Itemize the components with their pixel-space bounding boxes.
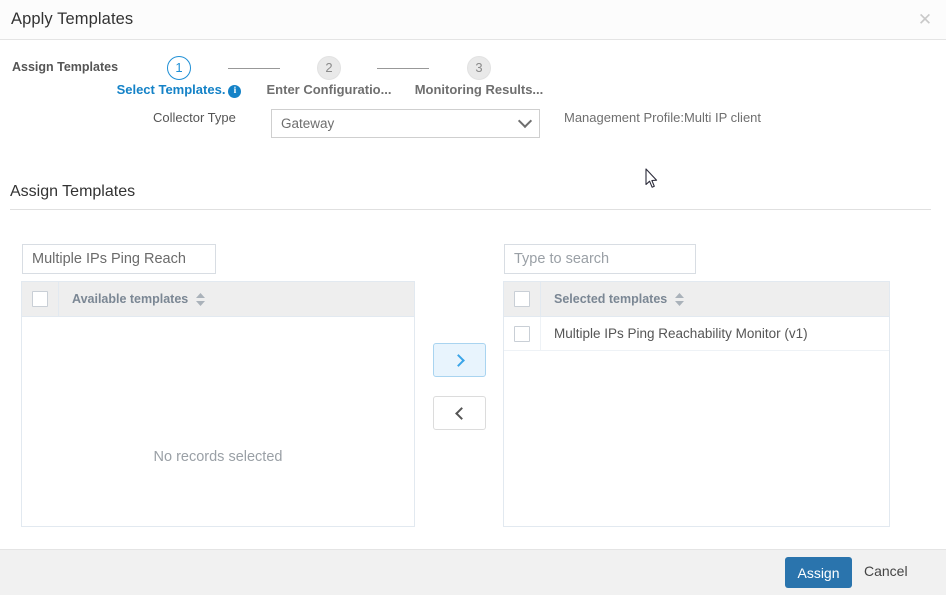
- close-icon[interactable]: ✕: [914, 9, 936, 31]
- management-profile-text: Management Profile:Multi IP client: [564, 110, 761, 125]
- selected-select-all-checkbox[interactable]: [514, 291, 530, 307]
- row-label: Multiple IPs Ping Reachability Monitor (…: [541, 326, 889, 341]
- mouse-cursor: [645, 168, 659, 189]
- available-templates-panel: Available templates No records selected: [21, 281, 415, 527]
- available-empty-message: No records selected: [22, 449, 414, 465]
- dialog-titlebar: Apply Templates ✕: [0, 0, 946, 40]
- collector-type-select[interactable]: Gateway: [271, 109, 540, 138]
- move-left-button[interactable]: [433, 396, 486, 430]
- dialog-title: Apply Templates: [11, 10, 133, 29]
- stepper-step-3-number: 3: [467, 56, 491, 80]
- available-templates-body: No records selected: [22, 317, 414, 526]
- selected-column-header: Selected templates: [554, 292, 667, 306]
- selected-templates-search-input[interactable]: [504, 244, 696, 274]
- available-column-header: Available templates: [72, 292, 188, 306]
- row-checkbox[interactable]: [514, 326, 530, 342]
- chevron-left-icon: [455, 407, 468, 420]
- available-templates-search-input[interactable]: [22, 244, 216, 274]
- selected-templates-body: Multiple IPs Ping Reachability Monitor (…: [504, 317, 889, 526]
- info-icon[interactable]: i: [228, 85, 241, 98]
- selected-column-header-cell[interactable]: Selected templates: [541, 282, 889, 316]
- available-select-all-cell: [22, 282, 59, 316]
- selected-select-all-cell: [504, 282, 541, 316]
- available-column-header-cell[interactable]: Available templates: [59, 282, 414, 316]
- section-divider: [10, 209, 931, 210]
- stepper-step-2-label: Enter Configuratio...: [264, 82, 394, 97]
- stepper-step-2-number: 2: [317, 56, 341, 80]
- stepper-step-3-label: Monitoring Results...: [414, 82, 544, 97]
- cancel-button[interactable]: Cancel: [864, 563, 908, 579]
- stepper-step-1[interactable]: 1 Select Templates.i: [114, 56, 244, 98]
- chevron-right-icon: [452, 354, 465, 367]
- sort-icon[interactable]: [674, 293, 685, 306]
- sort-icon[interactable]: [195, 293, 206, 306]
- stepper-step-1-label: Select Templates.: [117, 82, 226, 97]
- stepper-step-2[interactable]: 2 Enter Configuratio...: [264, 56, 394, 97]
- stepper-step-1-label-wrap: Select Templates.i: [114, 82, 244, 98]
- stepper-section-label: Assign Templates: [12, 60, 118, 74]
- apply-templates-dialog: Apply Templates ✕ Assign Templates 1 Sel…: [0, 0, 946, 595]
- available-templates-header: Available templates: [22, 282, 414, 317]
- collector-type-label: Collector Type: [153, 110, 236, 125]
- move-right-button[interactable]: [433, 343, 486, 377]
- assign-button[interactable]: Assign: [785, 557, 852, 588]
- stepper: Assign Templates 1 Select Templates.i 2 …: [0, 40, 946, 102]
- row-checkbox-cell: [504, 317, 541, 350]
- selected-templates-panel: Selected templates Multiple IPs Ping Rea…: [503, 281, 890, 527]
- table-row[interactable]: Multiple IPs Ping Reachability Monitor (…: [504, 317, 889, 351]
- page-title: Assign Templates: [10, 183, 135, 201]
- stepper-step-1-number: 1: [167, 56, 191, 80]
- available-select-all-checkbox[interactable]: [32, 291, 48, 307]
- stepper-step-3[interactable]: 3 Monitoring Results...: [414, 56, 544, 97]
- selected-templates-header: Selected templates: [504, 282, 889, 317]
